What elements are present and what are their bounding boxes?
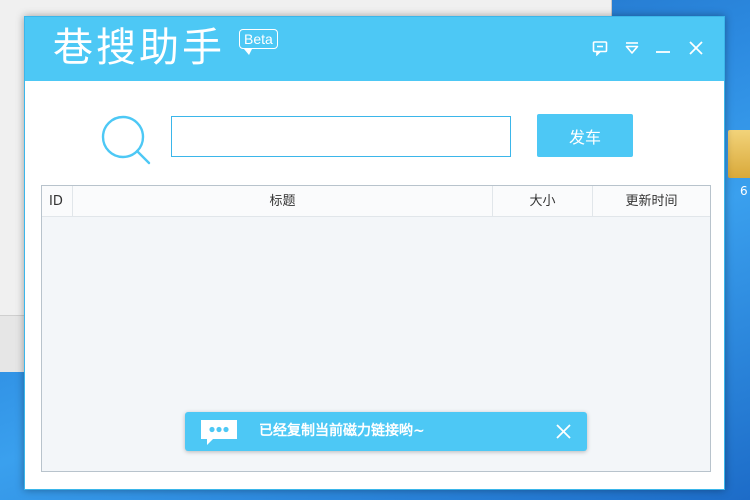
- feedback-icon: [592, 41, 608, 56]
- app-window: 巷搜助手 Beta 发车 ID 标题 大小 更新时间 已经复制当前磁力链接哟~: [24, 16, 725, 490]
- toast-close-icon[interactable]: [555, 423, 572, 440]
- close-button[interactable]: [685, 37, 707, 59]
- column-header-updated[interactable]: 更新时间: [593, 186, 710, 217]
- desktop-folder-label: 6: [740, 184, 748, 198]
- column-header-title[interactable]: 标题: [73, 186, 493, 217]
- search-icon: [101, 115, 151, 165]
- chat-bubble-icon: [201, 420, 237, 445]
- minimize-icon: [656, 51, 670, 53]
- app-title: 巷搜助手: [53, 25, 225, 71]
- title-bar[interactable]: 巷搜助手 Beta: [25, 17, 724, 81]
- desktop-folder-icon[interactable]: [728, 130, 750, 178]
- close-icon: [689, 41, 703, 55]
- go-button[interactable]: 发车: [537, 114, 633, 157]
- table-header: ID 标题 大小 更新时间: [42, 186, 710, 217]
- skin-button[interactable]: [621, 37, 643, 59]
- column-header-id[interactable]: ID: [42, 186, 73, 217]
- search-input[interactable]: [171, 116, 511, 157]
- toast-notification: 已经复制当前磁力链接哟~: [185, 412, 587, 451]
- skin-icon: [625, 42, 639, 54]
- feedback-button[interactable]: [589, 37, 611, 59]
- beta-badge: Beta: [239, 29, 278, 55]
- minimize-button[interactable]: [652, 37, 674, 59]
- column-header-size[interactable]: 大小: [493, 186, 593, 217]
- toast-message: 已经复制当前磁力链接哟~: [259, 423, 425, 439]
